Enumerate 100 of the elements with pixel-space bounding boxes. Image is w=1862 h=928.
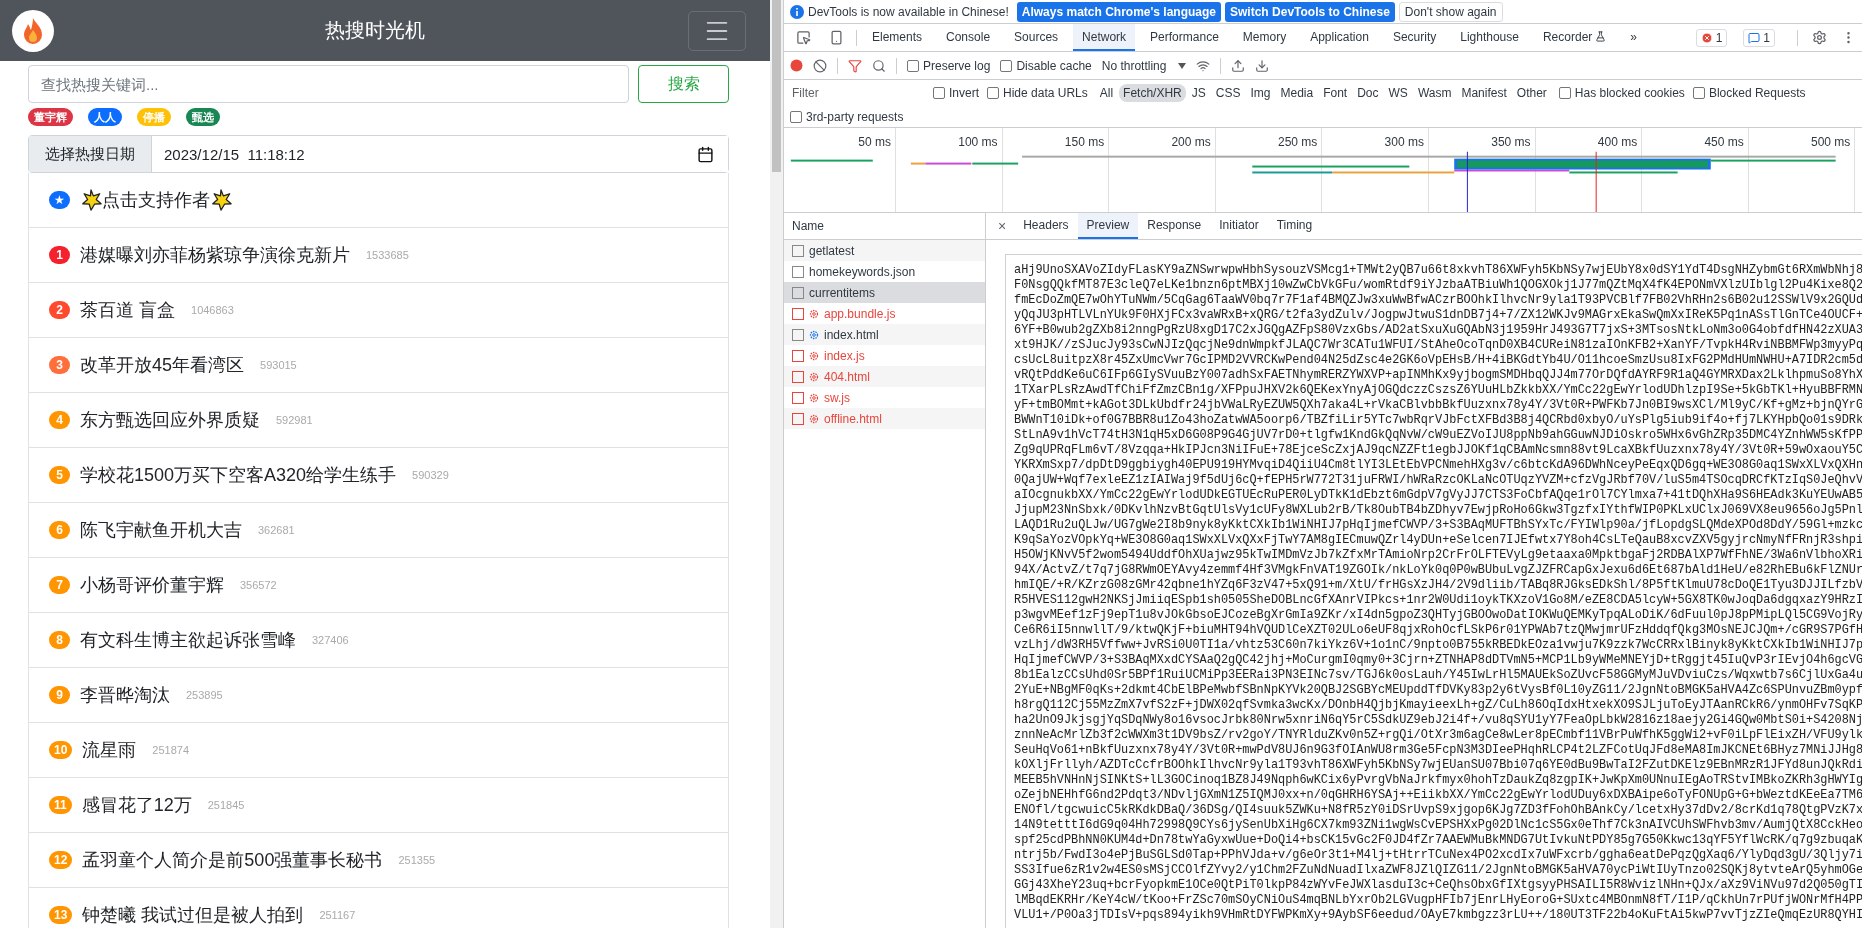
request-name[interactable]: app.bundle.js [824,306,896,321]
inspect-icon[interactable] [796,30,811,45]
request-name[interactable]: index.js [824,348,865,363]
wifi-icon[interactable] [1196,58,1211,73]
preview-line: 14N9tetttI6dG9q04Hh72998Q9CYs6jySenUbXiHg6CX7km93ZNi1wgWsCvEPSHXxPg02DlNc1cS5Gx0eThf7Ck3nAIVCUhSWFhvb3mv/AumjQtX8CckHeo [1014,818,1862,833]
request-checkbox[interactable] [792,328,804,341]
device-icon[interactable] [829,30,844,45]
panel-tab[interactable]: Console [937,24,1000,51]
checkbox[interactable]: Preserve log [907,58,991,73]
trend-title[interactable]: 茶百道 盲盒 [80,298,175,322]
heat-count: 251874 [152,744,190,756]
filter-icon[interactable] [848,58,862,73]
keyword-tag[interactable]: 人人 [88,108,122,126]
panel-tab[interactable]: Recorder [1533,24,1616,51]
trend-title[interactable]: 李晋晔淘汰 [80,683,170,707]
calendar-icon[interactable] [697,146,714,163]
trend-title[interactable]: 小杨哥评价董宇辉 [80,573,224,597]
notice-button[interactable]: Always match Chrome's language [1016,1,1222,22]
request-checkbox[interactable] [792,349,804,362]
panel-tab[interactable]: Performance [1141,24,1228,51]
preview-line: Zg9qUPRqFLm6vT/8Vzqqa+HkIPJcn3NiIFuE+78EjceScZxjAJ9qcNZZFt1egbJJOKf1qCBAmNcsmn88vt9LcaXBkfUuzxnx78y4Y/3Vt0R+59wOxaouY5C [1014,443,1862,458]
record-icon[interactable] [790,59,803,72]
checkbox[interactable]: Invert [933,86,979,100]
request-checkbox[interactable] [792,286,804,299]
type-filter[interactable]: Wasm [1413,84,1456,102]
trend-title[interactable]: 陈飞宇献鱼开机大吉 [80,518,242,542]
type-filter[interactable]: Font [1319,84,1352,102]
trend-title[interactable]: 港媒曝刘亦菲杨紫琼争演徐克新片 [80,243,350,267]
type-filter[interactable]: JS [1187,84,1210,102]
detail-tab[interactable]: Headers [1014,213,1078,239]
trend-title[interactable]: 流星雨 [82,738,137,762]
panel-tab[interactable]: Network [1073,24,1136,51]
request-name[interactable]: homekeywords.json [809,264,916,279]
time-tick: 500 ms [1811,135,1851,149]
trend-title[interactable]: 有文科生博主欲起诉张雪峰 [80,628,296,652]
search-icon[interactable] [872,58,886,73]
rank-badge: 2 [49,301,70,319]
request-name[interactable]: index.html [824,327,879,342]
trend-title[interactable]: 感冒花了12万 [81,793,192,817]
detail-tab[interactable]: Preview [1077,213,1139,239]
scrollbar[interactable] [770,0,783,928]
request-checkbox[interactable] [792,307,804,320]
request-checkbox[interactable] [792,244,804,257]
checkbox[interactable]: Blocked Requests [1692,86,1806,100]
request-checkbox[interactable] [792,370,804,383]
request-checkbox[interactable] [792,265,804,278]
search-field[interactable]: 查找热搜关键词... [28,65,629,103]
notice-button[interactable]: Don't show again [1398,1,1503,22]
time-tick: 250 ms [1278,135,1318,149]
detail-tab[interactable]: Initiator [1210,213,1268,239]
type-filter[interactable]: Doc [1353,84,1383,102]
type-filter[interactable]: Media [1276,84,1318,102]
panel-tab[interactable]: Security [1383,24,1446,51]
notice-button[interactable]: Switch DevTools to Chinese [1225,1,1395,22]
error-count[interactable]: 1 [1695,28,1728,47]
menu-button[interactable] [688,10,746,51]
trend-title[interactable]: 钟楚曦 我试过但是被人拍到 [82,903,304,927]
more-tabs-button[interactable]: » [1621,24,1646,51]
checkbox[interactable]: Hide data URLs [987,86,1088,100]
type-filter[interactable]: Fetch/XHR [1119,84,1186,102]
panel-tab[interactable]: Sources [1005,24,1068,51]
checkbox[interactable]: Has blocked cookies [1558,86,1685,100]
request-name[interactable]: getlatest [809,243,855,258]
trend-title[interactable]: 改革开放45年看湾区 [80,353,245,377]
close-button[interactable]: × [990,213,1015,239]
keyword-tag[interactable]: 甄选 [186,108,220,126]
trend-title[interactable]: 东方甄选回应外界质疑 [80,408,260,432]
panel-tab[interactable]: Elements [863,24,932,51]
settings-icon[interactable] [1812,30,1827,45]
preview-line: K9qSaYozVOpkYq+WE3O8G0aq1SWxXLVxQXxFjTwY7AM8gIECmuwQZrl4yDUn+eSelcen7IJEfwtx7Y8oh4CsLTeQauB8xcvZXV5gyjrcNmyNfFRnjR3shpi [1014,533,1862,548]
type-filter[interactable]: Other [1512,84,1551,102]
download-icon[interactable] [1255,58,1270,73]
request-checkbox[interactable] [792,391,804,404]
type-filter[interactable]: Img [1246,84,1275,102]
preview-line: ha2UnO9JkjsgjYqSDqNWy8o16vsocJrbk80Nrw5xnriN6qY5rC5SdkUZ9ebJ2i4f+/vu8qSYU1yY7FeaOpLbkW2816z18aejy2Gi4GQw0MbtS0i+S4208Nj [1014,713,1862,728]
panel-tab[interactable]: Memory [1233,24,1296,51]
detail-tab[interactable]: Timing [1267,213,1322,239]
request-name[interactable]: sw.js [824,390,850,405]
type-filter[interactable]: CSS [1211,84,1245,102]
support-link[interactable]: 点击支持作者 [102,188,210,212]
keyword-tag[interactable]: 董宇辉 [28,108,73,126]
trend-title[interactable]: 孟羽童个人简介是前500强董事长秘书 [82,848,383,872]
trend-title[interactable]: 学校花1500万买下空客A320给学生练手 [80,463,397,487]
throttling-select[interactable]: No throttling [1101,58,1187,73]
checkbox[interactable]: 3rd-party requests [790,109,904,124]
clear-icon[interactable] [813,58,827,73]
type-filter[interactable]: WS [1384,84,1412,102]
panel-tab[interactable]: Lighthouse [1451,24,1528,51]
message-count[interactable]: 1 [1743,28,1775,47]
detail-tab[interactable]: Response [1138,213,1211,239]
upload-icon[interactable] [1231,58,1246,73]
type-filter[interactable]: All [1095,84,1118,102]
panel-tab[interactable]: Application [1301,24,1378,51]
type-filter[interactable]: Manifest [1457,84,1511,102]
request-checkbox[interactable] [792,412,804,425]
time-tick: 350 ms [1491,135,1531,149]
gear-icon [809,350,819,361]
checkbox[interactable]: Disable cache [1000,58,1092,73]
date-field[interactable]: 选择热搜日期 2023/12/15 11:18:12 [28,135,729,173]
request-name[interactable]: 404.html [824,369,871,384]
